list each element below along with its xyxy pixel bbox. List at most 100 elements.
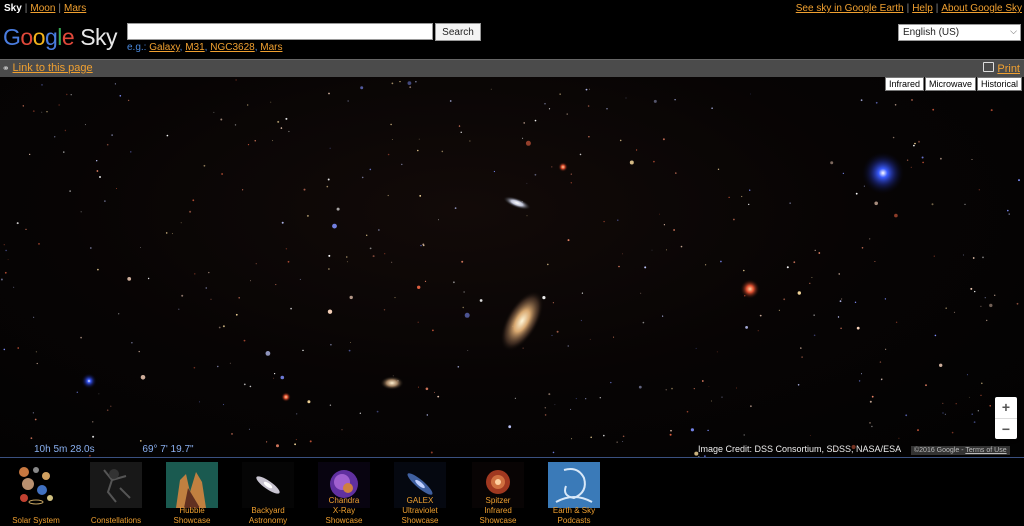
copyright-text: ©2016 Google - xyxy=(914,447,964,454)
star xyxy=(203,164,206,167)
print-label[interactable]: Print xyxy=(997,63,1020,75)
star xyxy=(778,309,781,311)
mode-mars-link[interactable]: Mars xyxy=(64,3,86,14)
star xyxy=(210,298,212,300)
star xyxy=(526,182,528,184)
layer-historical-button[interactable]: Historical xyxy=(976,77,1022,91)
star xyxy=(759,314,762,317)
star xyxy=(394,297,396,299)
zoom-in-button[interactable]: + xyxy=(995,397,1017,419)
showcase-label-line3: Showcase xyxy=(401,516,439,525)
sky-map[interactable]: Infrared Microwave Historical + − 10h 5m 2… xyxy=(0,77,1024,457)
link-to-page[interactable]: ⚭ Link to this page xyxy=(2,62,93,74)
search-button[interactable]: Search xyxy=(435,23,481,41)
terms-of-use-link[interactable]: Terms of Use xyxy=(965,447,1006,454)
star xyxy=(581,292,584,294)
star xyxy=(213,111,215,113)
layer-microwave-button[interactable]: Microwave xyxy=(924,77,976,91)
layer-buttons: Infrared Microwave Historical xyxy=(884,77,1022,91)
star xyxy=(603,434,605,437)
language-select[interactable]: English (US) ⌵ xyxy=(898,24,1021,41)
showcase-galex[interactable]: GALEX Ultraviolet Showcase xyxy=(394,462,446,525)
star xyxy=(748,203,750,206)
showcase-solar-system[interactable]: Solar System xyxy=(10,462,62,525)
star xyxy=(978,189,980,191)
star xyxy=(986,319,988,322)
mode-links: Sky | Moon | Mars xyxy=(4,3,87,14)
star xyxy=(629,160,634,165)
star xyxy=(328,268,330,270)
star xyxy=(287,260,290,263)
showcase-chandra[interactable]: Chandra X-Ray Showcase xyxy=(318,462,370,525)
star xyxy=(964,203,966,206)
star xyxy=(467,350,469,351)
star xyxy=(860,99,863,102)
star xyxy=(359,412,361,414)
link-to-page-label[interactable]: Link to this page xyxy=(13,62,93,74)
star xyxy=(80,211,82,213)
print[interactable]: Print xyxy=(983,62,1020,75)
star xyxy=(548,108,551,110)
star xyxy=(818,252,821,254)
mode-sky: Sky xyxy=(4,3,22,14)
star xyxy=(585,398,587,400)
star xyxy=(127,99,130,102)
star xyxy=(895,321,898,323)
showcase-earth-sky[interactable]: Earth & Sky Podcasts xyxy=(548,462,600,525)
star xyxy=(462,306,464,309)
star xyxy=(111,134,113,136)
star xyxy=(869,422,871,424)
star xyxy=(274,373,276,375)
showcase-backyard[interactable]: Backyard Astronomy xyxy=(242,462,294,525)
zoom-out-button[interactable]: − xyxy=(995,419,1017,440)
star xyxy=(625,97,627,99)
star xyxy=(493,170,495,173)
star xyxy=(250,280,251,282)
google-sky-logo[interactable]: Google Sky xyxy=(3,24,118,51)
showcase-label-line2: Astronomy xyxy=(248,516,288,525)
see-sky-google-earth-link[interactable]: See sky in Google Earth xyxy=(796,3,904,14)
star xyxy=(280,375,285,380)
star xyxy=(622,253,623,255)
example-mars-link[interactable]: Mars xyxy=(260,42,282,53)
star xyxy=(366,234,368,236)
star xyxy=(599,397,601,399)
star xyxy=(861,373,862,375)
star xyxy=(372,255,375,258)
star xyxy=(914,142,916,145)
star xyxy=(1007,209,1009,212)
star xyxy=(461,260,464,263)
star xyxy=(814,249,816,251)
star xyxy=(255,263,257,265)
star xyxy=(710,400,712,402)
showcase-spitzer[interactable]: Spitzer Infrared Showcase xyxy=(472,462,524,525)
star xyxy=(587,105,590,107)
layer-infrared-button[interactable]: Infrared xyxy=(884,77,924,91)
star xyxy=(534,119,537,122)
showcase-constellations[interactable]: Constellations xyxy=(90,462,142,525)
showcase-label-line1: Backyard xyxy=(251,506,285,515)
star xyxy=(417,285,421,289)
star xyxy=(885,348,887,350)
star xyxy=(99,176,101,178)
star xyxy=(551,166,553,168)
star xyxy=(989,405,991,407)
search-input[interactable] xyxy=(127,23,433,40)
star xyxy=(881,378,883,380)
help-link[interactable]: Help xyxy=(912,3,933,14)
star xyxy=(302,349,304,352)
star xyxy=(432,329,434,332)
star xyxy=(934,334,937,337)
example-galaxy-link[interactable]: Galaxy xyxy=(149,42,179,53)
showcase-hubble[interactable]: Hubble Showcase xyxy=(166,462,218,525)
star xyxy=(588,136,590,138)
example-m31-link[interactable]: M31 xyxy=(185,42,204,53)
example-ngc3628-link[interactable]: NGC3628 xyxy=(210,42,254,53)
about-google-sky-link[interactable]: About Google Sky xyxy=(941,3,1022,14)
star xyxy=(861,247,864,249)
mode-moon-link[interactable]: Moon xyxy=(30,3,55,14)
star xyxy=(970,287,973,290)
star xyxy=(360,86,364,90)
star xyxy=(192,199,195,202)
star xyxy=(281,221,284,224)
